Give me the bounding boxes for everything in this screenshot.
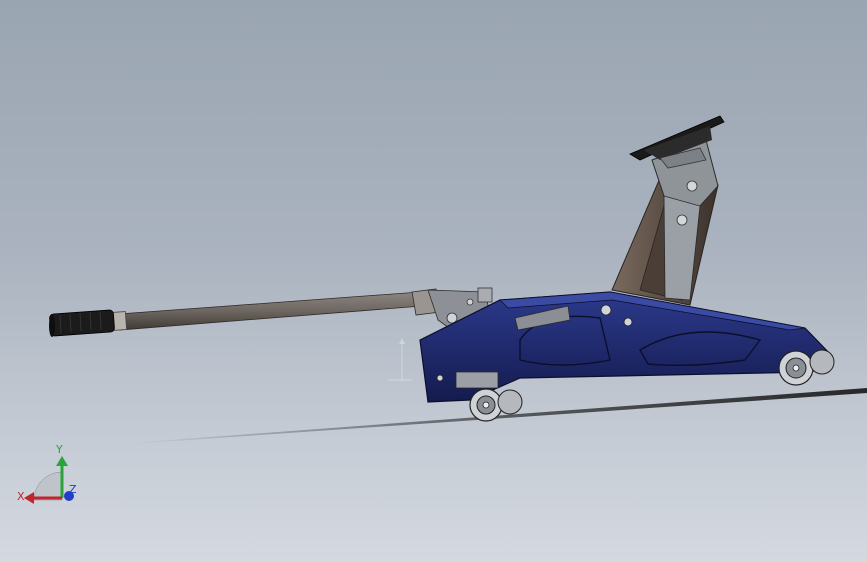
lifting-arm (611, 115, 725, 306)
x-axis-label: X (17, 490, 25, 503)
z-axis-label: Z (69, 483, 77, 496)
axis-triad (24, 456, 74, 504)
jack-handle (49, 287, 493, 337)
handle-grip (49, 309, 115, 337)
rear-wheels (778, 349, 835, 386)
model-canvas (24, 115, 867, 504)
3d-viewport[interactable]: X Y Z (0, 0, 867, 562)
y-axis-label: Y (56, 443, 63, 456)
origin-marker (388, 338, 412, 381)
